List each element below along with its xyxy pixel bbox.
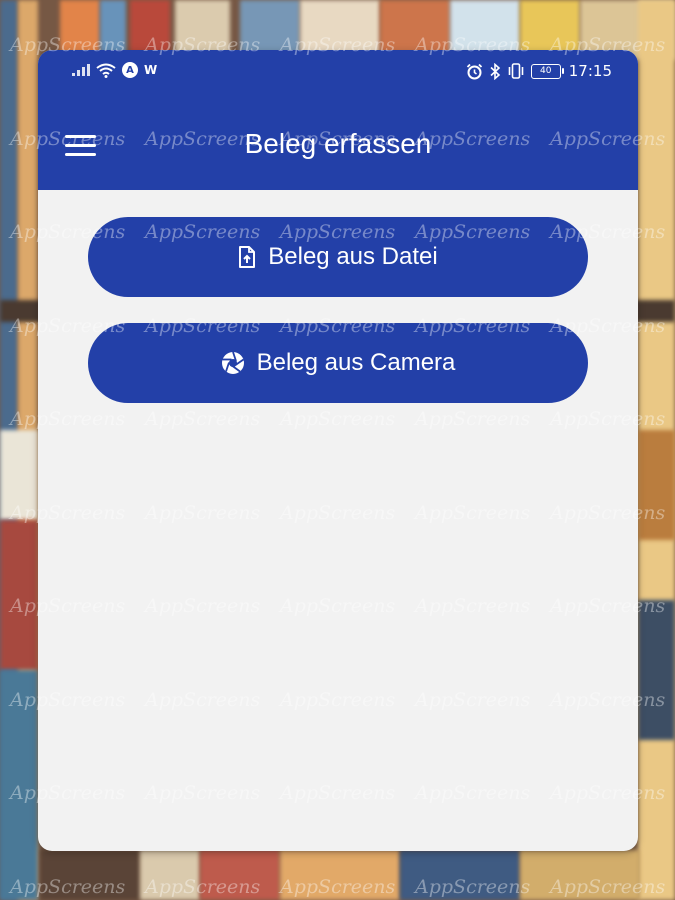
app-window: A W 40 17:15 Beleg erfassen Beleg aus Da… [38, 50, 638, 851]
beleg-aus-datei-label: Beleg aus Datei [268, 243, 438, 270]
signal-icon [72, 64, 90, 76]
wifi-icon [96, 63, 116, 78]
camera-shutter-icon [221, 351, 244, 374]
battery-icon: 40 [530, 63, 564, 79]
vibrate-icon [508, 63, 524, 79]
status-time: 17:15 [568, 62, 612, 80]
file-upload-icon [239, 246, 256, 268]
bluetooth-icon [490, 62, 500, 80]
page-title: Beleg erfassen [244, 128, 432, 159]
beleg-aus-datei-button[interactable]: Beleg aus Datei [88, 217, 588, 297]
beleg-aus-camera-label: Beleg aus Camera [256, 349, 456, 376]
status-bar: A W 40 17:15 [38, 60, 638, 86]
beleg-aus-camera-button[interactable]: Beleg aus Camera [88, 323, 588, 403]
alarm-icon [466, 63, 482, 79]
a-circle-icon: A [122, 62, 138, 78]
status-left-icons: A W [72, 62, 157, 78]
w-status-icon: W [144, 63, 158, 77]
status-right-icons: 40 17:15 [466, 62, 612, 80]
app-bar: A W 40 17:15 Beleg erfassen [38, 50, 638, 190]
